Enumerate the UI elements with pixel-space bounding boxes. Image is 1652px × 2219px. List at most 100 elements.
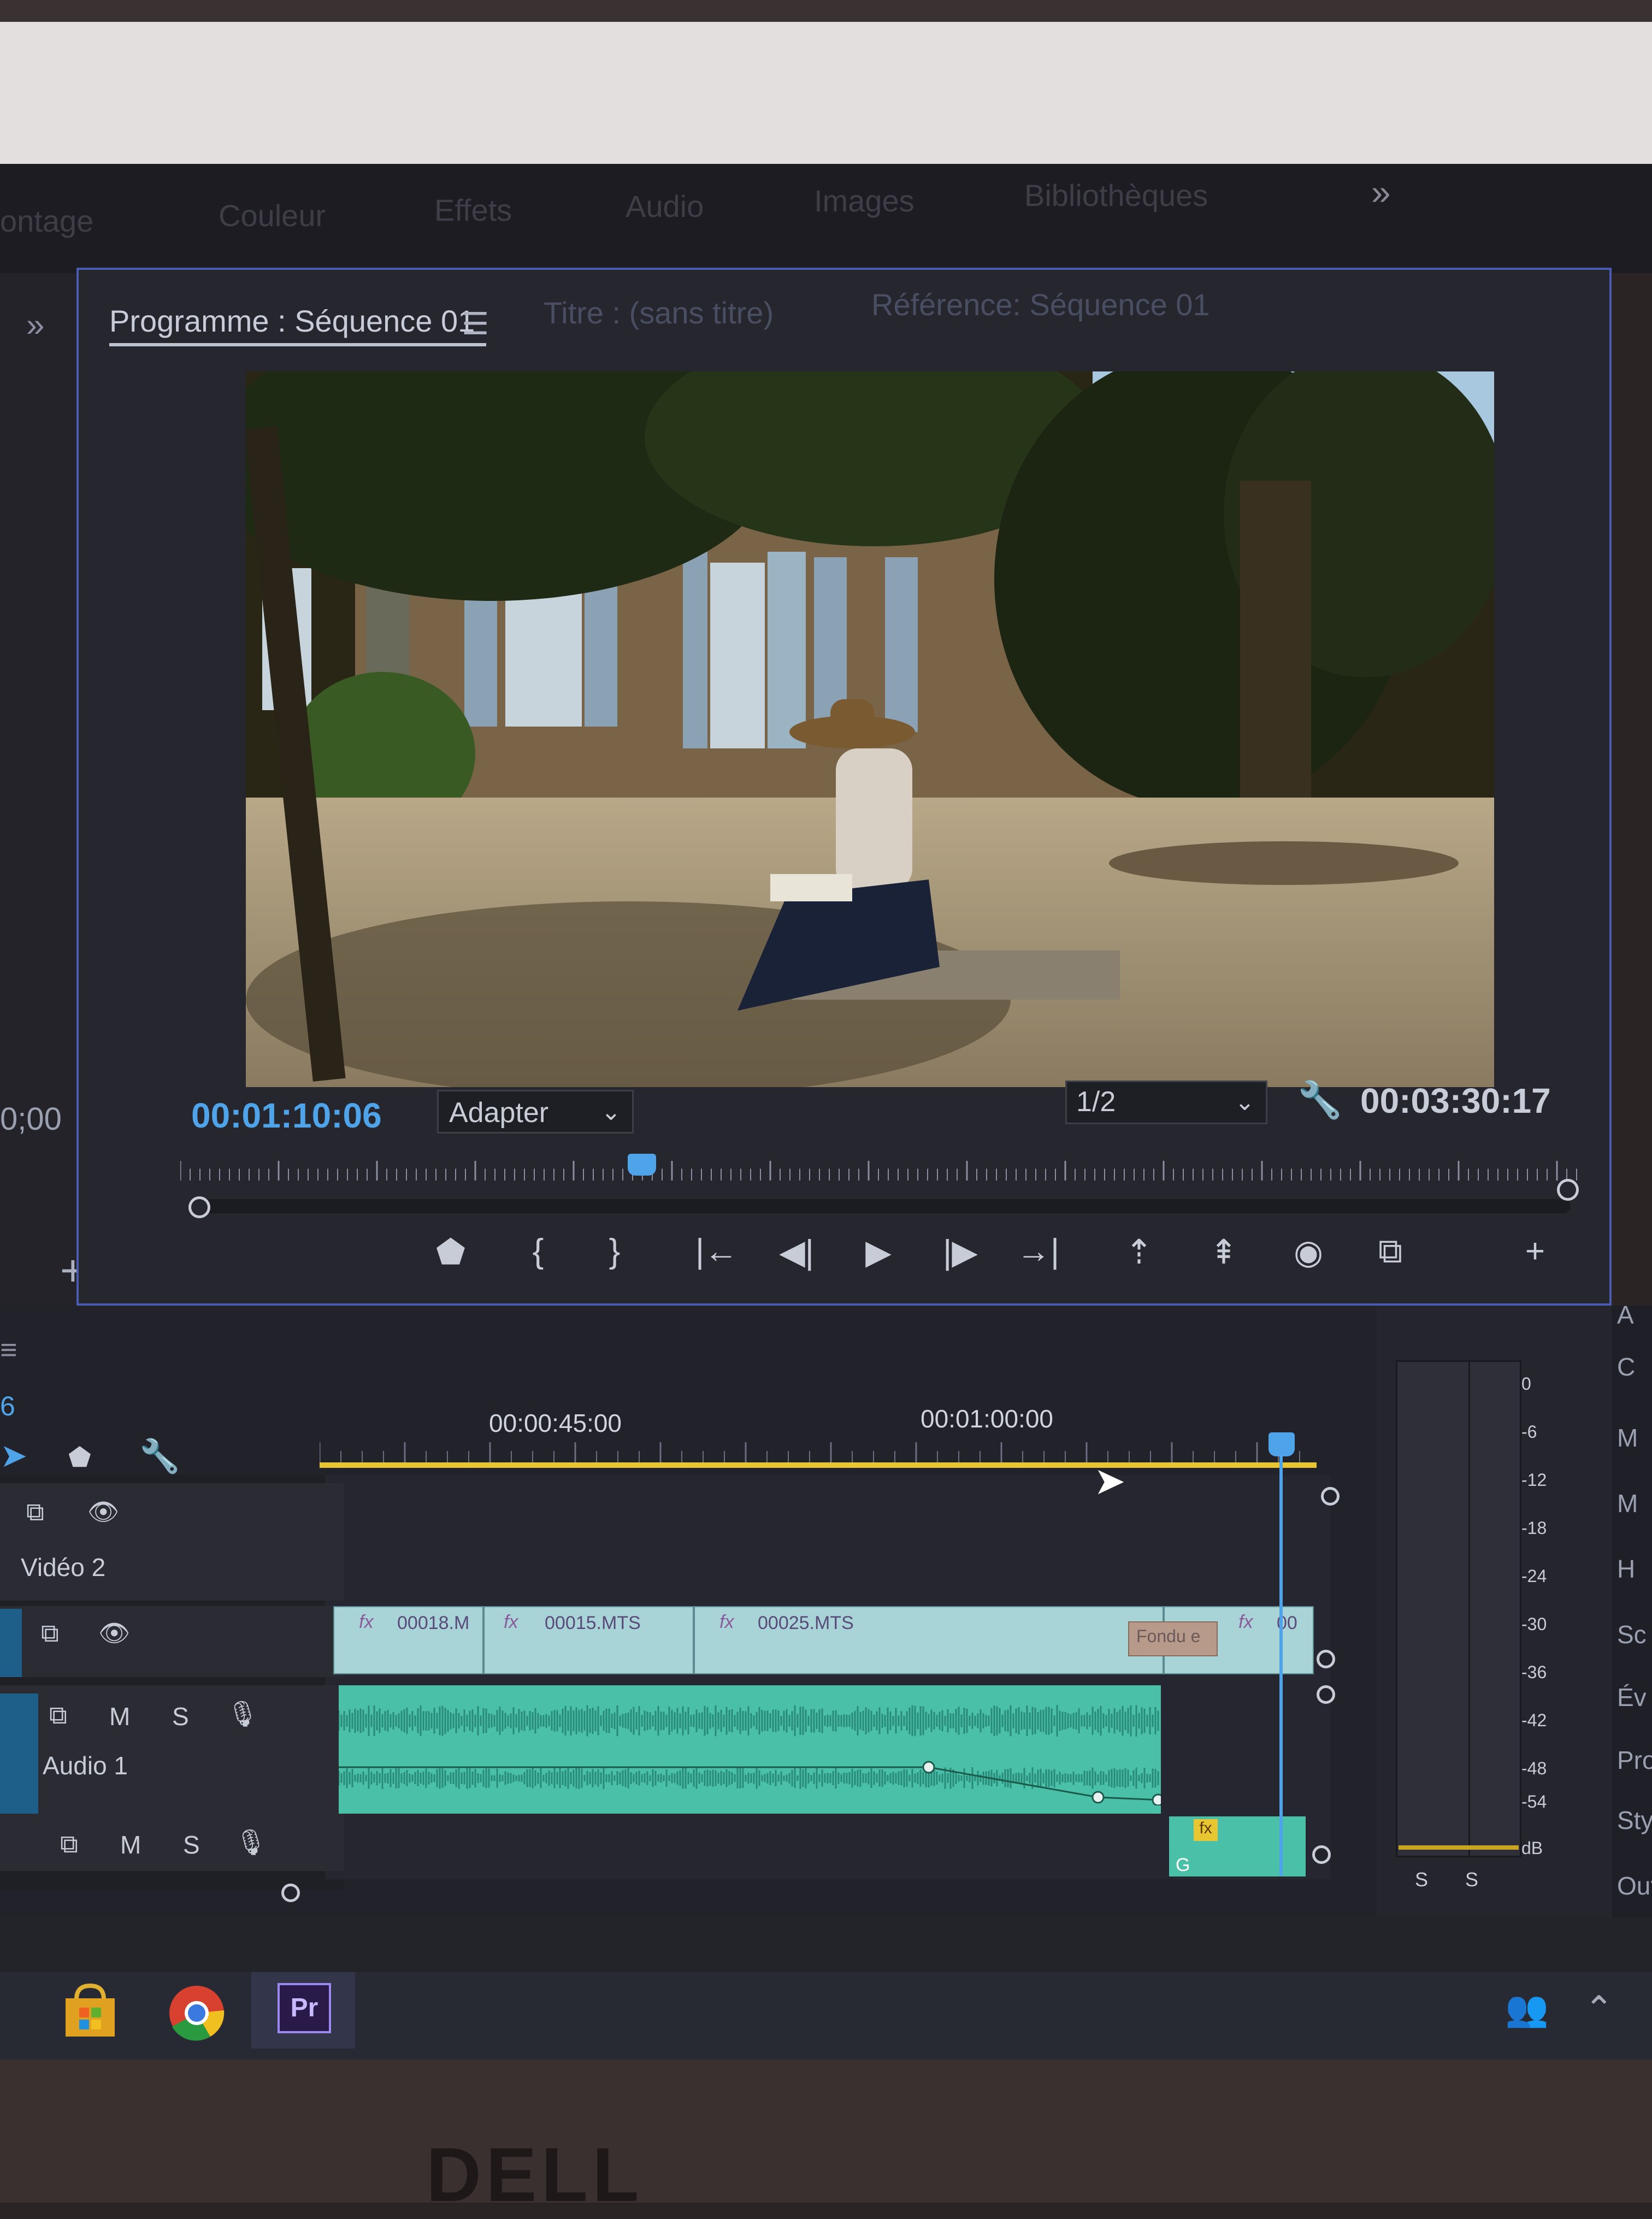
lift-button[interactable]: ⇡ [1117, 1232, 1161, 1272]
right-panel-item[interactable]: H [1617, 1554, 1635, 1584]
add-marker-button[interactable]: ⬟ [429, 1232, 473, 1272]
more-workspaces-icon[interactable]: » [1371, 172, 1391, 213]
go-to-in-button[interactable]: |← [695, 1232, 739, 1271]
microphone-icon[interactable]: 🎙 [235, 1827, 267, 1857]
add-marker-icon[interactable]: ⬟ [68, 1442, 91, 1473]
vertical-scroll-handle[interactable] [1317, 1650, 1335, 1668]
vertical-scroll-handle[interactable] [1317, 1685, 1335, 1704]
eye-icon[interactable]: 👁 [87, 1497, 119, 1527]
snap-tool-icon[interactable]: ➤ [0, 1437, 27, 1475]
mark-out-button[interactable]: } [593, 1232, 636, 1271]
extract-button[interactable]: ⇞ [1202, 1232, 1246, 1272]
panel-overflow-icon[interactable]: » [26, 306, 44, 344]
workspace-tab-bibliotheques[interactable]: Bibliothèques [1024, 178, 1208, 213]
track-header-video-2[interactable] [0, 1483, 344, 1601]
timeline-playhead[interactable] [1268, 1432, 1295, 1456]
zoom-handle-left[interactable] [188, 1196, 210, 1218]
right-panel-item[interactable]: Év [1617, 1683, 1647, 1712]
video-clip[interactable]: fx 00015.MTS [483, 1606, 694, 1674]
people-icon[interactable]: 👥 [1505, 1988, 1549, 2029]
button-editor-add[interactable]: + [1513, 1232, 1557, 1271]
sync-lock-icon[interactable]: ⧉ [49, 1700, 67, 1731]
tab-program-sequence[interactable]: Programme : Séquence 01 [109, 303, 475, 339]
timeline-timecode[interactable]: 6 [0, 1390, 15, 1422]
zoom-handle-right[interactable] [1557, 1179, 1579, 1201]
horizontal-scroll-handle[interactable] [281, 1884, 300, 1902]
audio-waveform [339, 1705, 1161, 1805]
comparison-view-button[interactable]: ⧉ [1368, 1232, 1412, 1271]
video-clip[interactable]: fx 00025.MTS [694, 1606, 1164, 1674]
sync-lock-icon[interactable]: ⧉ [60, 1829, 78, 1860]
volume-keyframe[interactable] [922, 1761, 935, 1774]
video-clip[interactable]: fx 00018.M [333, 1606, 483, 1674]
zoom-scroll-bar[interactable] [191, 1199, 1571, 1213]
right-panel-item[interactable]: M [1617, 1489, 1638, 1518]
step-back-button[interactable]: ◀| [775, 1232, 818, 1272]
volume-keyframe[interactable] [1152, 1793, 1161, 1805]
panel-menu-icon[interactable]: ☰ [462, 306, 489, 342]
sync-lock-icon[interactable]: ⧉ [26, 1497, 44, 1527]
workspace-tab-couleur[interactable]: Couleur [219, 198, 326, 233]
solo-button[interactable]: S [172, 1702, 189, 1731]
mute-button[interactable]: M [109, 1702, 130, 1731]
right-panel-item[interactable]: M [1617, 1423, 1638, 1453]
play-button[interactable]: ▶ [857, 1232, 900, 1272]
fx-badge[interactable]: fx [719, 1612, 734, 1633]
monitor-time-ruler[interactable] [180, 1161, 1579, 1181]
windows-taskbar [0, 1972, 1652, 2059]
microphone-icon[interactable]: 🎙 [227, 1699, 258, 1729]
right-panel-item[interactable]: Pro [1617, 1745, 1652, 1775]
right-panel-item[interactable]: Sty [1617, 1805, 1652, 1835]
vertical-scroll-handle[interactable] [1321, 1487, 1340, 1506]
mark-in-button[interactable]: { [516, 1232, 560, 1271]
timeline-playhead-line[interactable] [1279, 1455, 1283, 1876]
track-target-v1[interactable] [0, 1609, 22, 1677]
track-header-audio-2[interactable] [0, 1814, 344, 1871]
go-to-out-button[interactable]: →| [1016, 1232, 1060, 1271]
meter-level [1399, 1845, 1519, 1850]
track-name-video-2: Vidéo 2 [21, 1553, 106, 1581]
timeline-ruler[interactable] [320, 1442, 1314, 1464]
track-target-a1[interactable] [0, 1693, 38, 1816]
store-icon[interactable] [60, 1983, 120, 2038]
tab-title[interactable]: Titre : (sans titre) [544, 295, 774, 331]
chevron-up-icon[interactable]: ⌃ [1584, 1988, 1614, 2029]
solo-right-button[interactable]: S [1465, 1868, 1478, 1891]
clip-name: 00015.MTS [545, 1613, 641, 1633]
audio-meter [1396, 1360, 1521, 1857]
ruler-label-1m: 00:01:00:00 [921, 1404, 1054, 1433]
fx-badge[interactable]: fx [1238, 1612, 1253, 1633]
workspace-tab-audio[interactable]: Audio [626, 188, 704, 224]
fx-badge[interactable]: fx [1194, 1819, 1218, 1841]
solo-left-button[interactable]: S [1415, 1868, 1428, 1891]
timeline-settings-icon[interactable]: 🔧 [139, 1437, 180, 1476]
workspace-tab-images[interactable]: Images [814, 183, 914, 219]
solo-button[interactable]: S [183, 1830, 200, 1860]
fx-badge[interactable]: fx [359, 1612, 373, 1633]
chrome-icon[interactable] [167, 1983, 227, 2043]
playhead-timecode[interactable]: 00:01:10:06 [191, 1095, 382, 1136]
settings-wrench-icon[interactable]: 🔧 [1297, 1079, 1342, 1122]
vertical-scroll-handle[interactable] [1312, 1845, 1331, 1864]
transition-label: Fondu e [1136, 1626, 1201, 1646]
mute-button[interactable]: M [120, 1830, 141, 1860]
right-panel-item[interactable]: Sc [1617, 1620, 1647, 1649]
db-scale-label: -36 [1521, 1662, 1547, 1682]
eye-icon[interactable]: 👁 [98, 1618, 130, 1648]
db-scale-label: -30 [1521, 1614, 1547, 1634]
sync-lock-icon[interactable]: ⧉ [41, 1618, 59, 1649]
monitor-playhead[interactable] [627, 1154, 656, 1176]
right-panel-item[interactable]: A [1617, 1300, 1634, 1330]
export-frame-button[interactable]: ◉ [1287, 1232, 1330, 1272]
right-panel-item[interactable]: C [1617, 1352, 1635, 1382]
step-forward-button[interactable]: |▶ [939, 1232, 982, 1272]
right-panel-item[interactable]: Out [1617, 1871, 1652, 1901]
work-area-bar[interactable] [320, 1462, 1317, 1468]
tab-reference[interactable]: Référence: Séquence 01 [871, 287, 1210, 322]
volume-keyframe[interactable] [1092, 1791, 1105, 1804]
fx-badge[interactable]: fx [504, 1612, 518, 1633]
timeline-menu-icon[interactable]: ≡ [0, 1333, 17, 1367]
workspace-tab-montage[interactable]: ontage [0, 203, 93, 239]
workspace-tab-effets[interactable]: Effets [434, 192, 512, 228]
premiere-pro-icon[interactable]: Pr [278, 1983, 331, 2033]
